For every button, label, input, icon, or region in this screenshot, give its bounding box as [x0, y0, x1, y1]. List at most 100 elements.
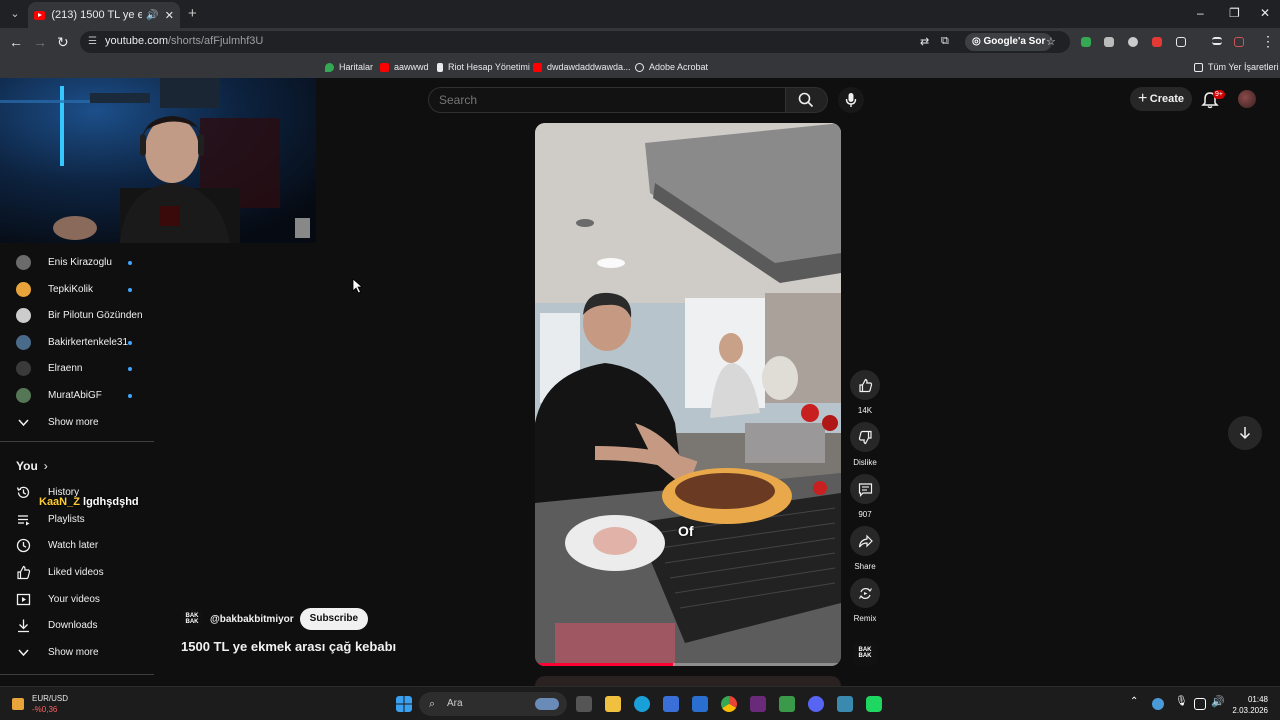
restore-icon[interactable]: ❐: [1229, 6, 1240, 20]
subscribe-button[interactable]: Subscribe: [299, 608, 369, 630]
bookmark-label: Riot Hesap Yönetimi: [448, 62, 530, 72]
menu-kebab-icon[interactable]: ⋮: [1261, 33, 1275, 49]
taskbar-clock[interactable]: 01:48 2.03.2026: [1228, 694, 1268, 716]
subscription-item[interactable]: Enis Kirazoglu: [16, 252, 154, 272]
show-more-subscriptions[interactable]: Show more: [16, 412, 99, 432]
comments-button[interactable]: [850, 474, 880, 504]
media-control-icon[interactable]: [1212, 37, 1222, 45]
tab-search-icon[interactable]: ⌄: [8, 7, 22, 21]
subscription-name: Bir Pilotun Gözünden: [48, 309, 143, 321]
search-bar[interactable]: [428, 87, 786, 113]
video-title[interactable]: 1500 TL ye ekmek arası çağ kebabı: [181, 639, 396, 654]
comments-action[interactable]: 907: [849, 474, 881, 519]
url-host: youtube.com: [105, 35, 168, 47]
file-explorer-icon[interactable]: [605, 696, 621, 712]
nav-downloads[interactable]: Downloads: [16, 615, 97, 635]
next-short-preview[interactable]: [535, 676, 841, 686]
bookmark-star-icon[interactable]: ☆: [1046, 35, 1056, 48]
app-green-icon[interactable]: [779, 696, 795, 712]
nav-your-videos[interactable]: Your videos: [16, 589, 100, 609]
outlook-icon[interactable]: [692, 696, 708, 712]
video-progress-fill: [535, 663, 673, 666]
nav-liked-videos[interactable]: Liked videos: [16, 562, 104, 582]
app-blue-icon[interactable]: [837, 696, 853, 712]
forward-icon[interactable]: →: [33, 34, 47, 50]
all-bookmarks[interactable]: Tüm Yer İşaretleri: [1194, 62, 1279, 72]
subscription-name: Enis Kirazoglu: [48, 256, 112, 268]
url-path: /shorts/afFjulmhf3U: [167, 35, 264, 47]
short-video-player[interactable]: Of: [535, 123, 841, 666]
voice-search-button[interactable]: [838, 87, 864, 113]
currency-widget[interactable]: EUR/USD -%0,36: [12, 693, 68, 715]
speaker-icon[interactable]: 🔊: [146, 10, 158, 21]
extensions-puzzle-icon[interactable]: [1176, 37, 1186, 47]
subscription-item[interactable]: Elraenn: [16, 358, 154, 378]
microphone-tray-icon[interactable]: 🎙: [1175, 696, 1188, 707]
close-tab-icon[interactable]: ✕: [165, 9, 174, 22]
extension-grey-icon[interactable]: [1104, 37, 1114, 47]
create-button[interactable]: + Create: [1130, 87, 1192, 111]
window-close-icon[interactable]: ✕: [1260, 6, 1270, 20]
extension-red-icon[interactable]: [1152, 37, 1162, 47]
reload-icon[interactable]: ↻: [57, 34, 69, 50]
tray-chevron-up-icon[interactable]: ⌃: [1130, 696, 1138, 707]
google-ask-button[interactable]: ◎ Google'a Sor: [965, 33, 1053, 51]
share-button[interactable]: [850, 526, 880, 556]
video-progress-bar[interactable]: [535, 663, 841, 666]
subscription-name: MuratAbiGF: [48, 389, 102, 401]
nav-watch-later[interactable]: Watch later: [16, 535, 98, 555]
dislike-button[interactable]: [850, 422, 880, 452]
volume-icon[interactable]: 🔊: [1211, 695, 1225, 708]
site-info-icon[interactable]: ☰: [88, 36, 97, 47]
dislike-action[interactable]: Dislike: [849, 422, 881, 467]
like-action[interactable]: 14K: [849, 370, 881, 415]
twitch-studio-icon[interactable]: [750, 696, 766, 712]
show-more-you[interactable]: Show more: [16, 642, 99, 662]
taskbar-search[interactable]: ⌕ Ara: [419, 692, 567, 716]
show-more-label: Show more: [48, 416, 99, 428]
bookmark-item[interactable]: dwdawdaddwawda...: [533, 62, 631, 72]
search-button[interactable]: [786, 87, 828, 113]
next-short-button[interactable]: [1228, 416, 1262, 450]
store-icon[interactable]: [663, 696, 679, 712]
windows-start-icon[interactable]: [396, 696, 412, 712]
new-content-dot: [128, 261, 132, 265]
task-view-icon[interactable]: [576, 696, 592, 712]
comment-count: 907: [858, 510, 872, 519]
extension-green-icon[interactable]: [1081, 37, 1091, 47]
channel-logo[interactable]: BAK BAK: [181, 608, 203, 630]
search-input[interactable]: [439, 93, 739, 107]
you-section-header[interactable]: You ›: [16, 459, 48, 473]
bookmark-item[interactable]: Haritalar: [325, 62, 373, 72]
edge-icon[interactable]: [634, 696, 650, 712]
address-bar[interactable]: ☰ youtube.com/shorts/afFjulmhf3U ⇄ ⧉ ◎ G…: [80, 31, 1070, 53]
bookmark-item[interactable]: Riot Hesap Yönetimi: [437, 62, 530, 72]
subscription-item[interactable]: TepkiKolik: [16, 279, 154, 299]
nav-playlists[interactable]: Playlists: [16, 509, 85, 529]
bookmark-item[interactable]: Adobe Acrobat: [635, 62, 708, 72]
chrome-icon[interactable]: [721, 696, 737, 712]
back-icon[interactable]: ←: [9, 34, 23, 50]
bookmark-item[interactable]: aawwwd: [380, 62, 429, 72]
share-action[interactable]: Share: [849, 526, 881, 571]
channel-name[interactable]: @bakbakbitmiyor: [210, 614, 294, 625]
profile-icon[interactable]: [1234, 37, 1244, 47]
display-icon[interactable]: [1194, 698, 1206, 710]
install-icon[interactable]: ⧉: [941, 35, 949, 48]
remix-button[interactable]: [850, 578, 880, 608]
app-mint-icon[interactable]: [866, 696, 882, 712]
channel-thumbnail[interactable]: BAK BAK: [853, 641, 877, 665]
minimize-icon[interactable]: –: [1197, 6, 1204, 20]
subscription-item[interactable]: Bakirkertenkele31: [16, 332, 154, 352]
translate-icon[interactable]: ⇄: [920, 35, 929, 48]
onedrive-icon[interactable]: [1152, 698, 1164, 710]
new-tab-button[interactable]: +: [188, 5, 197, 22]
discord-icon[interactable]: [808, 696, 824, 712]
extension-round-icon[interactable]: [1128, 37, 1138, 47]
like-button[interactable]: [850, 370, 880, 400]
account-avatar[interactable]: [1238, 90, 1256, 108]
subscription-item[interactable]: MuratAbiGF: [16, 385, 154, 405]
remix-action[interactable]: Remix: [849, 578, 881, 623]
browser-tab[interactable]: (213) 1500 TL ye ekmek arası 🔊 ✕: [28, 2, 180, 28]
subscription-item[interactable]: Bir Pilotun Gözünden: [16, 305, 154, 325]
